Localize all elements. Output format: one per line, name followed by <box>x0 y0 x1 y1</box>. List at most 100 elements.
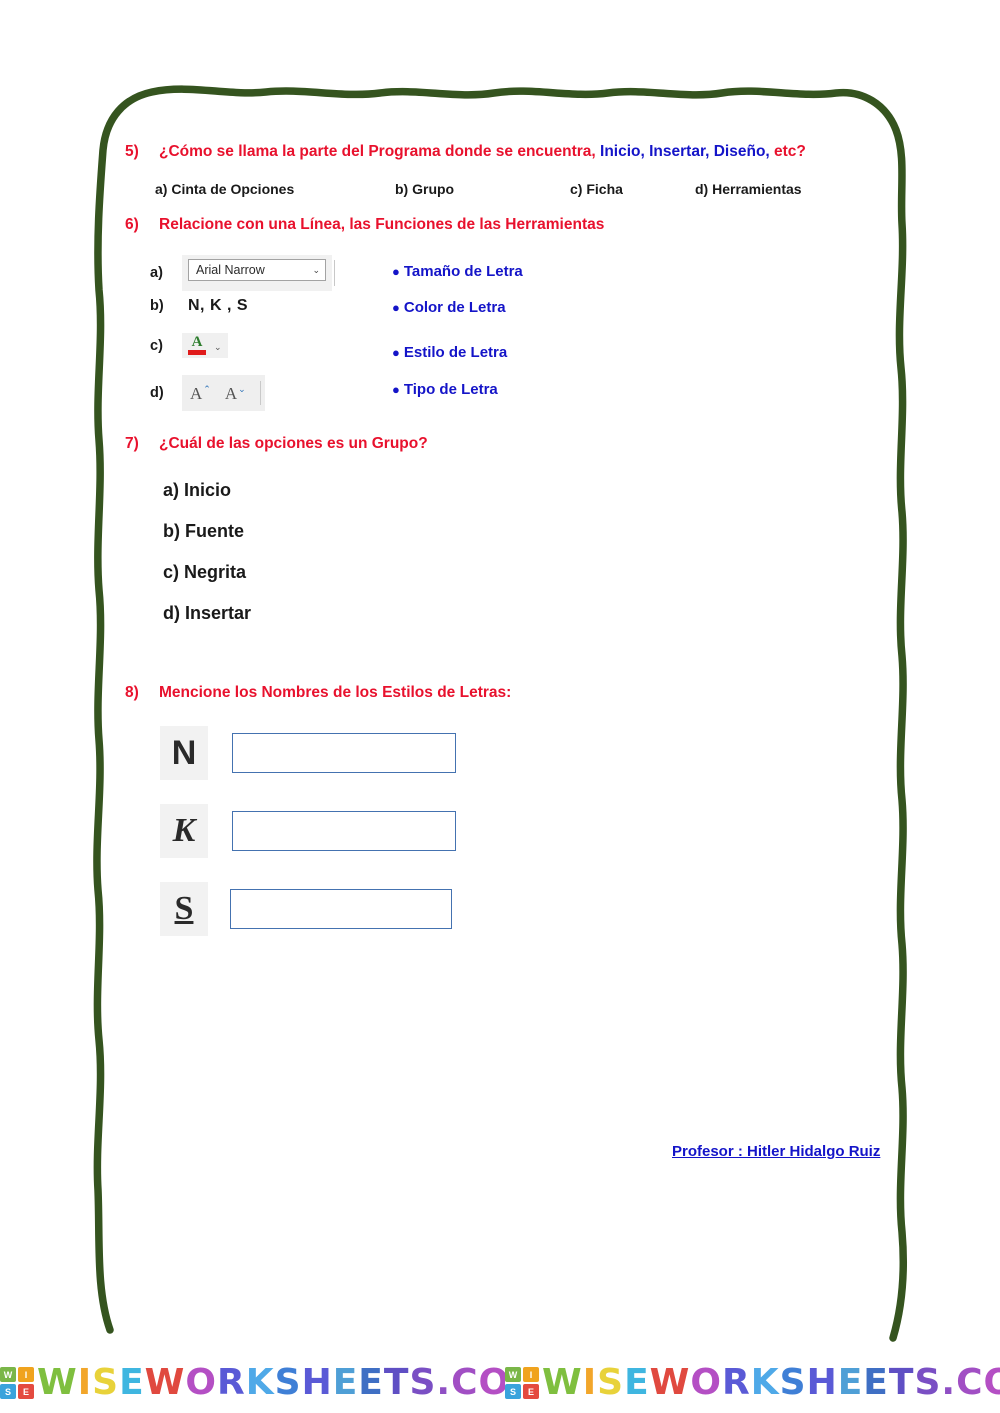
style-row-negrita: N <box>160 726 456 780</box>
bullet-icon: ● <box>392 264 400 279</box>
match-row-b: b) N, K , S <box>150 297 248 315</box>
watermark-letter: E <box>119 1363 145 1403</box>
question-7-option-d[interactable]: d) Insertar <box>163 603 251 624</box>
watermark-text: WISEWORKSHEETS.COM <box>37 1363 505 1403</box>
match-row-d: d) A ⌃ A ⌄ <box>150 375 265 411</box>
watermark-letter: H <box>806 1363 838 1403</box>
watermark-letter: S <box>92 1363 120 1403</box>
question-7-option-b[interactable]: b) Fuente <box>163 521 244 542</box>
question-5-option-a[interactable]: a) Cinta de Opciones <box>155 181 294 197</box>
toolbar-divider <box>334 260 335 286</box>
match-label-c: c) <box>150 337 163 354</box>
answer-input-negrita[interactable] <box>232 733 456 773</box>
match-label-a: a) <box>150 265 163 281</box>
answer-option-color[interactable]: ● Color de Letra <box>392 299 506 316</box>
watermark-letter: S <box>779 1363 807 1403</box>
match-label-b: b) <box>150 298 164 314</box>
underline-letter-glyph: S <box>174 890 194 927</box>
watermark-letter: W <box>649 1363 691 1403</box>
style-row-cursiva: K <box>160 804 456 858</box>
wiseworksheets-watermark: W I S E WISEWORKSHEETS.COM W I S E WISEW… <box>0 1357 1000 1409</box>
question-7-option-c[interactable]: c) Negrita <box>163 562 246 583</box>
answer-option-tamano-label: Tamaño de Letra <box>403 263 523 280</box>
font-name-combo-wrapper: Arial Narrow ⌄ <box>182 255 332 291</box>
watermark-letter: K <box>245 1363 275 1403</box>
logo-tile-e: E <box>18 1384 34 1399</box>
watermark-letter: T <box>888 1363 915 1403</box>
answer-option-estilo[interactable]: ● Estilo de Letra <box>392 344 507 361</box>
watermark-letter: . <box>436 1363 452 1403</box>
shrink-font-button[interactable]: A ⌄ <box>224 383 246 403</box>
watermark-letter: C <box>956 1363 984 1403</box>
shrink-font-letter: A <box>224 383 238 403</box>
italic-letter-icon: K <box>160 804 208 858</box>
watermark-letter: . <box>941 1363 957 1403</box>
grow-font-letter: A <box>190 383 203 403</box>
watermark-letter: O <box>690 1363 722 1403</box>
match-label-d: d) <box>150 385 164 401</box>
watermark-letter: R <box>216 1363 246 1403</box>
question-5-prompt: ¿Cómo se llama la parte del Programa don… <box>159 143 806 161</box>
answer-option-tipo[interactable]: ● Tipo de Letra <box>392 381 498 398</box>
watermark-letter: K <box>750 1363 780 1403</box>
worksheet-body: 5) ¿Cómo se llama la parte del Programa … <box>0 0 1000 1413</box>
style-row-subrayado: S <box>160 882 452 936</box>
watermark-letter: E <box>358 1363 384 1403</box>
answer-input-subrayado[interactable] <box>230 889 452 929</box>
logo-tile-i: I <box>523 1367 539 1382</box>
question-5-prompt-part2: etc? <box>769 143 806 160</box>
watermark-text: WISEWORKSHEETS.COM <box>542 1363 1000 1403</box>
italic-letter-glyph: K <box>172 812 196 849</box>
logo-tile-e: E <box>523 1384 539 1399</box>
watermark-unit: W I S E WISEWORKSHEETS.COM <box>0 1363 505 1403</box>
watermark-letter: O <box>478 1363 506 1403</box>
question-8-number: 8) <box>125 684 139 701</box>
chevron-up-icon: ⌃ <box>203 383 211 394</box>
watermark-letter: O <box>983 1363 1000 1403</box>
font-color-icon: A <box>187 334 207 355</box>
question-5-option-c[interactable]: c) Ficha <box>570 181 623 197</box>
bold-letter-glyph: N <box>171 734 197 772</box>
answer-option-tipo-label: Tipo de Letra <box>403 381 498 398</box>
question-5-option-d[interactable]: d) Herramientas <box>695 181 802 197</box>
logo-tile-w: W <box>0 1367 16 1382</box>
watermark-letter: O <box>185 1363 217 1403</box>
logo-tile-s: S <box>0 1384 16 1399</box>
question-6-prompt: Relacione con una Línea, las Funciones d… <box>159 216 605 233</box>
chevron-down-icon: ⌄ <box>238 383 246 394</box>
underline-letter-icon: S <box>160 882 208 936</box>
watermark-unit: W I S E WISEWORKSHEETS.COM <box>505 1363 1000 1403</box>
question-7-option-a[interactable]: a) Inicio <box>163 480 231 501</box>
question-5-option-b[interactable]: b) Grupo <box>395 181 454 197</box>
logo-tile-i: I <box>18 1367 34 1382</box>
font-name-value: Arial Narrow <box>196 263 265 277</box>
font-color-letter: A <box>191 334 203 350</box>
answer-input-cursiva[interactable] <box>232 811 456 851</box>
answer-option-tamano[interactable]: ● Tamaño de Letra <box>392 263 523 280</box>
watermark-letter: S <box>409 1363 437 1403</box>
answer-option-estilo-label: Estilo de Letra <box>403 344 508 361</box>
question-5-number: 5) <box>125 143 139 160</box>
watermark-letter: T <box>383 1363 410 1403</box>
bullet-icon: ● <box>392 300 400 315</box>
watermark-letter: H <box>301 1363 333 1403</box>
logo-tile-s: S <box>505 1384 521 1399</box>
question-6-heading: 6) Relacione con una Línea, las Funcione… <box>125 216 604 234</box>
font-color-button[interactable]: A ⌄ <box>182 333 228 358</box>
font-size-buttons: A ⌃ A ⌄ <box>182 375 265 411</box>
answer-option-color-label: Color de Letra <box>403 299 506 316</box>
question-5-heading: 5) ¿Cómo se llama la parte del Programa … <box>125 143 806 161</box>
font-color-bar <box>188 350 206 355</box>
watermark-letter: E <box>863 1363 889 1403</box>
font-name-combo[interactable]: Arial Narrow ⌄ <box>188 259 326 281</box>
chevron-down-icon: ⌄ <box>214 342 222 352</box>
question-8-prompt: Mencione los Nombres de los Estilos de L… <box>159 684 512 701</box>
bullet-icon: ● <box>392 345 400 360</box>
watermark-letter: S <box>597 1363 625 1403</box>
match-row-c: c) A ⌄ <box>150 333 228 358</box>
teacher-signature: Profesor : Hitler Hidalgo Ruiz <box>672 1143 881 1160</box>
watermark-letter: I <box>582 1363 598 1403</box>
grow-font-button[interactable]: A ⌃ <box>190 383 211 403</box>
question-6-number: 6) <box>125 216 139 233</box>
wiseworksheets-logo-icon: W I S E <box>0 1367 34 1399</box>
